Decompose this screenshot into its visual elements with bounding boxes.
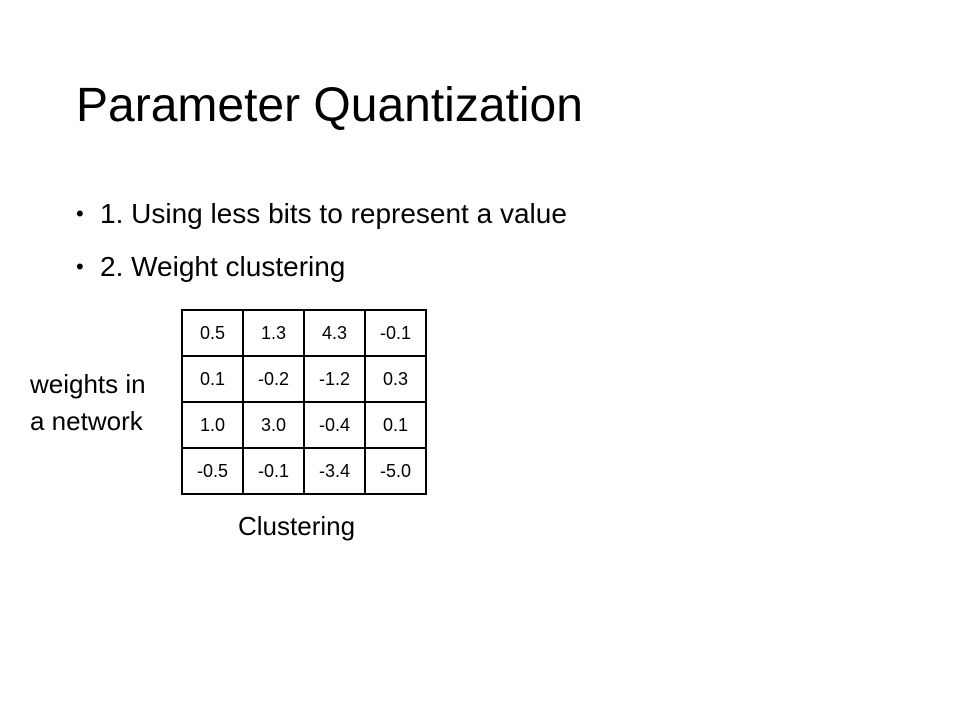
bullet-dot-icon: •	[76, 201, 84, 226]
matrix-cell: -5.0	[364, 447, 427, 495]
matrix-cell: -0.4	[303, 401, 366, 449]
bullet-item: • 1. Using less bits to represent a valu…	[76, 196, 567, 232]
slide-title: Parameter Quantization	[76, 79, 583, 132]
weights-label-line: a network	[30, 406, 143, 436]
matrix-cell: -1.2	[303, 355, 366, 403]
weights-label: weights in a network	[30, 366, 146, 440]
matrix-cell: -0.1	[242, 447, 305, 495]
matrix-cell: -0.1	[364, 309, 427, 357]
matrix-cell: 0.5	[181, 309, 244, 357]
matrix-cell: -0.2	[242, 355, 305, 403]
matrix-cell: 1.0	[181, 401, 244, 449]
figure-caption: Clustering	[238, 511, 356, 541]
matrix-cell: 1.3	[242, 309, 305, 357]
bullet-dot-icon: •	[76, 254, 84, 279]
matrix-cell: 4.3	[303, 309, 366, 357]
bullet-item: • 2. Weight clustering	[76, 249, 567, 285]
matrix-cell: 3.0	[242, 401, 305, 449]
weights-label-line: weights in	[30, 369, 146, 399]
matrix-cell: -3.4	[303, 447, 366, 495]
matrix-cell: 0.1	[364, 401, 427, 449]
bullet-text: 1. Using less bits to represent a value	[100, 198, 567, 229]
bullet-list: • 1. Using less bits to represent a valu…	[76, 196, 567, 302]
matrix-cell: -0.5	[181, 447, 244, 495]
weights-matrix: 0.5 1.3 4.3 -0.1 0.1 -0.2 -1.2 0.3 1.0 3…	[181, 309, 427, 495]
bullet-text: 2. Weight clustering	[100, 251, 346, 282]
matrix-row: -0.5 -0.1 -3.4 -5.0	[181, 447, 427, 495]
matrix-row: 0.5 1.3 4.3 -0.1	[181, 309, 427, 357]
matrix-cell: 0.1	[181, 355, 244, 403]
matrix-row: 0.1 -0.2 -1.2 0.3	[181, 355, 427, 403]
matrix-row: 1.0 3.0 -0.4 0.1	[181, 401, 427, 449]
matrix-cell: 0.3	[364, 355, 427, 403]
